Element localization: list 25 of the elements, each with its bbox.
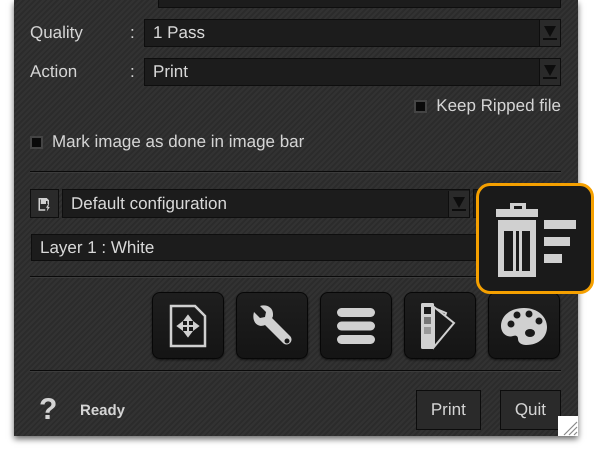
checkbox[interactable] (414, 100, 428, 112)
dropdown-field[interactable]: Print (144, 58, 561, 86)
dropdown-field[interactable]: 1 Pass (144, 19, 561, 47)
save-flash-icon[interactable] (30, 189, 59, 218)
checkbox[interactable] (30, 136, 43, 148)
label-colon: : (130, 62, 136, 82)
configuration-dropdown[interactable]: Default configuration (62, 189, 470, 218)
dialog-button[interactable]: Quit (500, 390, 561, 430)
checkbox-label: Keep Ripped file (436, 96, 561, 116)
label-colon: : (130, 23, 136, 43)
palette-button[interactable] (488, 292, 560, 359)
file-move-icon (169, 304, 207, 348)
checkbox-label: Mark image as done in image bar (52, 132, 304, 152)
wrench-button[interactable] (236, 292, 308, 359)
dialog-button[interactable]: Print (416, 390, 481, 430)
stack-bars-button[interactable] (320, 292, 392, 359)
field-label: Quality (30, 23, 84, 43)
stack-bars-icon (336, 306, 376, 346)
status-text: Ready (80, 402, 126, 418)
palette-icon (500, 306, 548, 346)
field-label: Action (30, 62, 78, 82)
swatch-fan-button[interactable] (404, 292, 476, 359)
help-link[interactable]: ? (39, 393, 69, 427)
file-move-button[interactable] (152, 292, 224, 359)
resize-grip-icon[interactable] (558, 416, 578, 436)
